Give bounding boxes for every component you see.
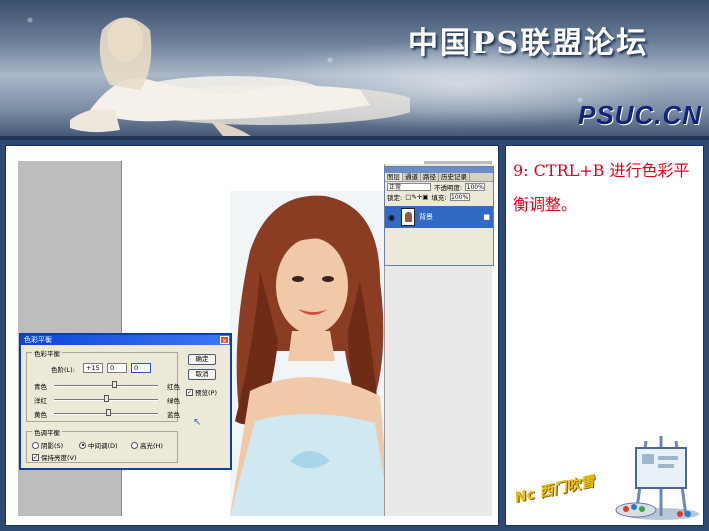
radio-icon[interactable] bbox=[79, 441, 86, 449]
checkbox-label: 保持亮度(V) bbox=[41, 454, 77, 462]
ok-button[interactable]: 确定 bbox=[188, 354, 216, 365]
levels-label: 色阶(L): bbox=[51, 366, 75, 374]
slider-knob[interactable] bbox=[104, 395, 109, 402]
radio-midtones[interactable]: 中间调(D) bbox=[79, 440, 118, 450]
layer-name: 背景 bbox=[419, 213, 433, 221]
slider-cyan-red[interactable]: 青色 红色 bbox=[34, 380, 180, 391]
layers-palette: 图层 通道 路径 历史记录 正常 不透明度: 100% 锁定: □✎✛▣ 填充:… bbox=[384, 166, 494, 266]
checkbox-label: 预览(P) bbox=[195, 389, 217, 397]
blend-row: 正常 不透明度: 100% bbox=[385, 182, 493, 192]
tab-channels[interactable]: 通道 bbox=[403, 173, 421, 181]
palette-tabs: 图层 通道 路径 历史记录 bbox=[385, 173, 493, 182]
easel-icon bbox=[615, 436, 699, 520]
blend-mode-select[interactable]: 正常 bbox=[387, 183, 431, 191]
opacity-input[interactable]: 100% bbox=[465, 183, 486, 191]
cancel-button[interactable]: 取消 bbox=[188, 369, 216, 380]
level-input-yellow-blue[interactable]: 0 bbox=[131, 363, 151, 373]
header-banner: 中国PS联盟论坛 PSUC.CN bbox=[0, 0, 709, 140]
site-url: PSUC.CN bbox=[578, 100, 703, 130]
level-input-magenta-green[interactable]: 0 bbox=[107, 363, 127, 373]
blue-label: 蓝色 bbox=[167, 411, 180, 419]
author-logo: Nc 西门吹雪 bbox=[513, 473, 596, 507]
tone-group-label: 色调平衡 bbox=[32, 427, 62, 437]
lock-icons[interactable]: □✎✛▣ bbox=[405, 193, 428, 201]
fill-input[interactable]: 100% bbox=[449, 193, 470, 201]
slider-knob[interactable] bbox=[106, 409, 111, 416]
radio-highlights[interactable]: 高光(H) bbox=[131, 440, 163, 450]
fill-label: 填充: bbox=[431, 194, 447, 202]
lock-row: 锁定: □✎✛▣ 填充: 100% bbox=[385, 192, 493, 202]
radio-shadows[interactable]: 阴影(S) bbox=[32, 440, 63, 450]
balance-group: 色彩平衡 色阶(L): +15 0 0 青色 红色 洋红 绿色 黄色 蓝色 bbox=[26, 348, 180, 422]
cursor-icon: ↖ bbox=[193, 417, 202, 428]
radio-label: 高光(H) bbox=[140, 442, 163, 450]
red-label: 红色 bbox=[167, 383, 180, 391]
checkbox-icon[interactable]: ✓ bbox=[32, 453, 39, 461]
magenta-label: 洋红 bbox=[34, 397, 47, 405]
color-balance-dialog: 色彩平衡 × 色彩平衡 色阶(L): +15 0 0 青色 红色 洋红 绿色 黄… bbox=[19, 333, 232, 470]
slider-yellow-blue[interactable]: 黄色 蓝色 bbox=[34, 408, 180, 419]
photoshop-screenshot-panel: 图层 通道 路径 历史记录 正常 不透明度: 100% 锁定: □✎✛▣ 填充:… bbox=[5, 145, 499, 526]
cyan-label: 青色 bbox=[34, 383, 47, 391]
fairy-illustration bbox=[70, 17, 410, 136]
slider-track[interactable] bbox=[54, 385, 158, 387]
radio-label: 阴影(S) bbox=[41, 442, 64, 450]
portrait-photo bbox=[230, 191, 390, 516]
forum-title: 中国PS联盟论坛 bbox=[408, 26, 649, 61]
close-icon[interactable]: × bbox=[220, 336, 229, 345]
eye-icon[interactable]: ◉ bbox=[388, 213, 397, 222]
opacity-label: 不透明度: bbox=[434, 184, 463, 192]
lock-label: 锁定: bbox=[387, 194, 403, 202]
preview-checkbox[interactable]: ✓ 预览(P) bbox=[186, 387, 217, 397]
dialog-titlebar[interactable]: 色彩平衡 × bbox=[21, 335, 230, 345]
radio-icon[interactable] bbox=[131, 441, 138, 449]
balance-group-label: 色彩平衡 bbox=[32, 348, 62, 358]
tone-group: 色调平衡 阴影(S) 中间调(D) 高光(H) ✓ 保持亮度(V) bbox=[26, 427, 178, 463]
instruction-text: 9: CTRL+B 进行色彩平衡调整。 bbox=[513, 161, 690, 214]
slider-magenta-green[interactable]: 洋红 绿色 bbox=[34, 394, 180, 405]
radio-label: 中间调(D) bbox=[88, 442, 118, 450]
instruction-panel: 9: CTRL+B 进行色彩平衡调整。 Nc 西门吹雪 bbox=[505, 145, 704, 526]
slider-knob[interactable] bbox=[112, 381, 117, 388]
lock-icon: ■ bbox=[483, 213, 490, 221]
level-input-cyan-red[interactable]: +15 bbox=[83, 363, 103, 373]
layer-background[interactable]: ◉ 背景 ■ bbox=[385, 206, 493, 228]
dialog-title: 色彩平衡 bbox=[24, 336, 52, 344]
radio-icon[interactable] bbox=[32, 441, 39, 449]
green-label: 绿色 bbox=[167, 397, 180, 405]
layer-thumbnail bbox=[401, 208, 415, 226]
tab-history[interactable]: 历史记录 bbox=[439, 173, 470, 181]
tab-layers[interactable]: 图层 bbox=[385, 173, 403, 181]
preserve-luminosity-checkbox[interactable]: ✓ 保持亮度(V) bbox=[32, 452, 77, 462]
checkbox-icon[interactable]: ✓ bbox=[186, 388, 193, 396]
yellow-label: 黄色 bbox=[34, 411, 47, 419]
tab-paths[interactable]: 路径 bbox=[421, 173, 439, 181]
